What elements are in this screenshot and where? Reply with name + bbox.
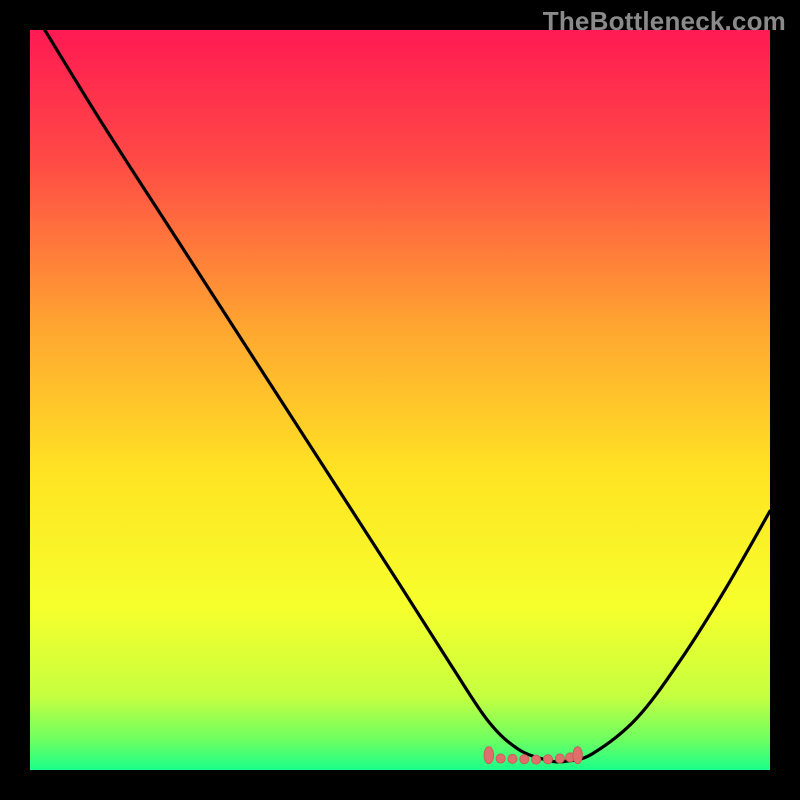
- watermark-text: TheBottleneck.com: [543, 6, 786, 37]
- gradient-background: [30, 30, 770, 770]
- optimal-dot: [508, 754, 517, 763]
- optimal-endpoint: [573, 747, 583, 764]
- chart-svg: [30, 30, 770, 770]
- optimal-dot: [532, 755, 541, 764]
- optimal-endpoint: [484, 747, 494, 764]
- chart-frame: [30, 30, 770, 770]
- optimal-dot: [555, 754, 564, 763]
- optimal-dot: [520, 755, 529, 764]
- optimal-dot: [543, 755, 552, 764]
- optimal-dot: [496, 754, 505, 763]
